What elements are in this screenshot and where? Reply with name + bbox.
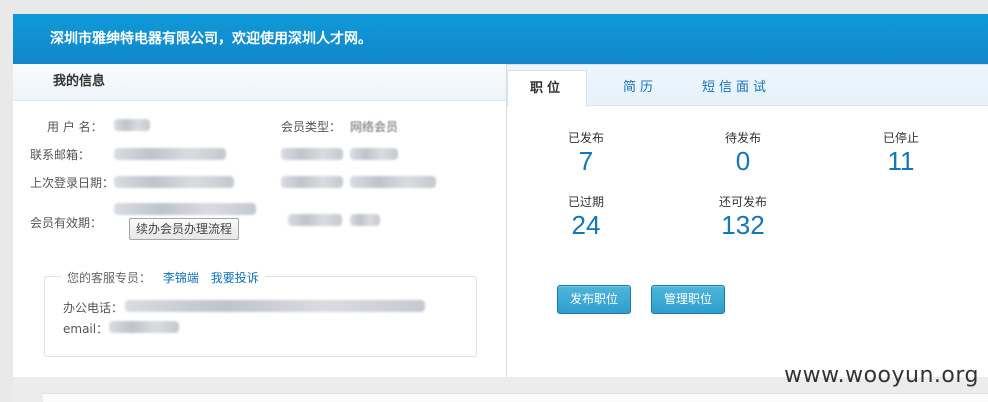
renew-membership-button[interactable]: 续办会员办理流程 [129, 218, 239, 240]
membership-extra-redacted-2 [350, 214, 380, 226]
stat-stopped-label: 已停止 [882, 131, 919, 145]
service-email-label: email： [63, 322, 109, 336]
username-redacted [114, 119, 150, 131]
username-label: 用 户 名： [47, 120, 103, 134]
service-rep-label: 您的客服专员： [67, 271, 152, 285]
stat-stopped: 已停止 11 [846, 129, 956, 176]
login-ip-redacted-2 [350, 176, 436, 188]
email-label: 联系邮箱： [30, 148, 91, 162]
stat-pending-value: 0 [735, 146, 751, 176]
tab-resumes[interactable]: 简历 [608, 70, 672, 106]
stat-published-value: 7 [578, 146, 594, 176]
login-ip-redacted-1 [281, 176, 343, 188]
customer-service-box: 您的客服专员： 李锦端 我要投诉 办公电话： email： [44, 269, 477, 357]
customer-service-title: 您的客服专员： 李锦端 我要投诉 [61, 269, 265, 286]
stat-stopped-value: 11 [887, 146, 915, 176]
service-email-redacted [109, 321, 179, 333]
stat-published: 已发布 7 [531, 129, 641, 176]
bottom-strip-inner [43, 393, 988, 402]
manage-jobs-button[interactable]: 管理职位 [651, 285, 725, 314]
member-type-value: 网络会员 [350, 120, 399, 134]
member-type-label: 会员类型： [281, 120, 342, 134]
contact-redacted-1 [281, 148, 343, 160]
stat-published-label: 已发布 [567, 131, 604, 145]
last-login-redacted [114, 176, 234, 188]
membership-valid-label: 会员有效期： [30, 216, 103, 230]
office-phone-redacted [125, 300, 425, 312]
stat-pending-label: 待发布 [724, 131, 761, 145]
my-info-title: 我的信息 [13, 64, 506, 101]
stat-expired: 已过期 24 [531, 193, 641, 240]
stat-available: 还可发布 132 [688, 193, 798, 240]
last-login-label: 上次登录日期： [30, 176, 112, 190]
stat-expired-label: 已过期 [567, 195, 604, 209]
contact-redacted-2 [350, 148, 398, 160]
tab-bar: 职位 简历 短信面试 [507, 65, 988, 107]
job-stats-panel: 职位 简历 短信面试 已发布 7 待发布 0 已停止 11 已过期 24 还可发… [507, 64, 988, 377]
email-redacted [114, 148, 226, 160]
membership-valid-redacted [114, 203, 256, 215]
tab-sms-interview[interactable]: 短信面试 [687, 70, 785, 106]
dashboard-page: 深圳市雅绅特电器有限公司，欢迎使用深圳人才网。 我的信息 用 户 名： 会员类型… [0, 0, 988, 402]
complaint-link[interactable]: 我要投诉 [211, 271, 259, 285]
publish-job-button[interactable]: 发布职位 [557, 285, 631, 314]
stat-available-label: 还可发布 [718, 195, 767, 209]
my-info-panel: 我的信息 用 户 名： 会员类型： 网络会员 联系邮箱： 上次登录日期： 会员有… [13, 64, 507, 377]
welcome-text: 深圳市雅绅特电器有限公司，欢迎使用深圳人才网。 [50, 31, 372, 47]
stat-pending: 待发布 0 [688, 129, 798, 176]
tab-jobs[interactable]: 职位 [507, 70, 587, 107]
service-rep-link[interactable]: 李锦端 [163, 271, 199, 285]
stat-available-value: 132 [721, 210, 765, 240]
welcome-banner: 深圳市雅绅特电器有限公司，欢迎使用深圳人才网。 [13, 14, 988, 64]
watermark: www.wooyun.org [784, 363, 979, 388]
office-phone-label: 办公电话： [63, 301, 124, 315]
stat-expired-value: 24 [571, 210, 601, 240]
membership-extra-redacted-1 [288, 214, 342, 226]
